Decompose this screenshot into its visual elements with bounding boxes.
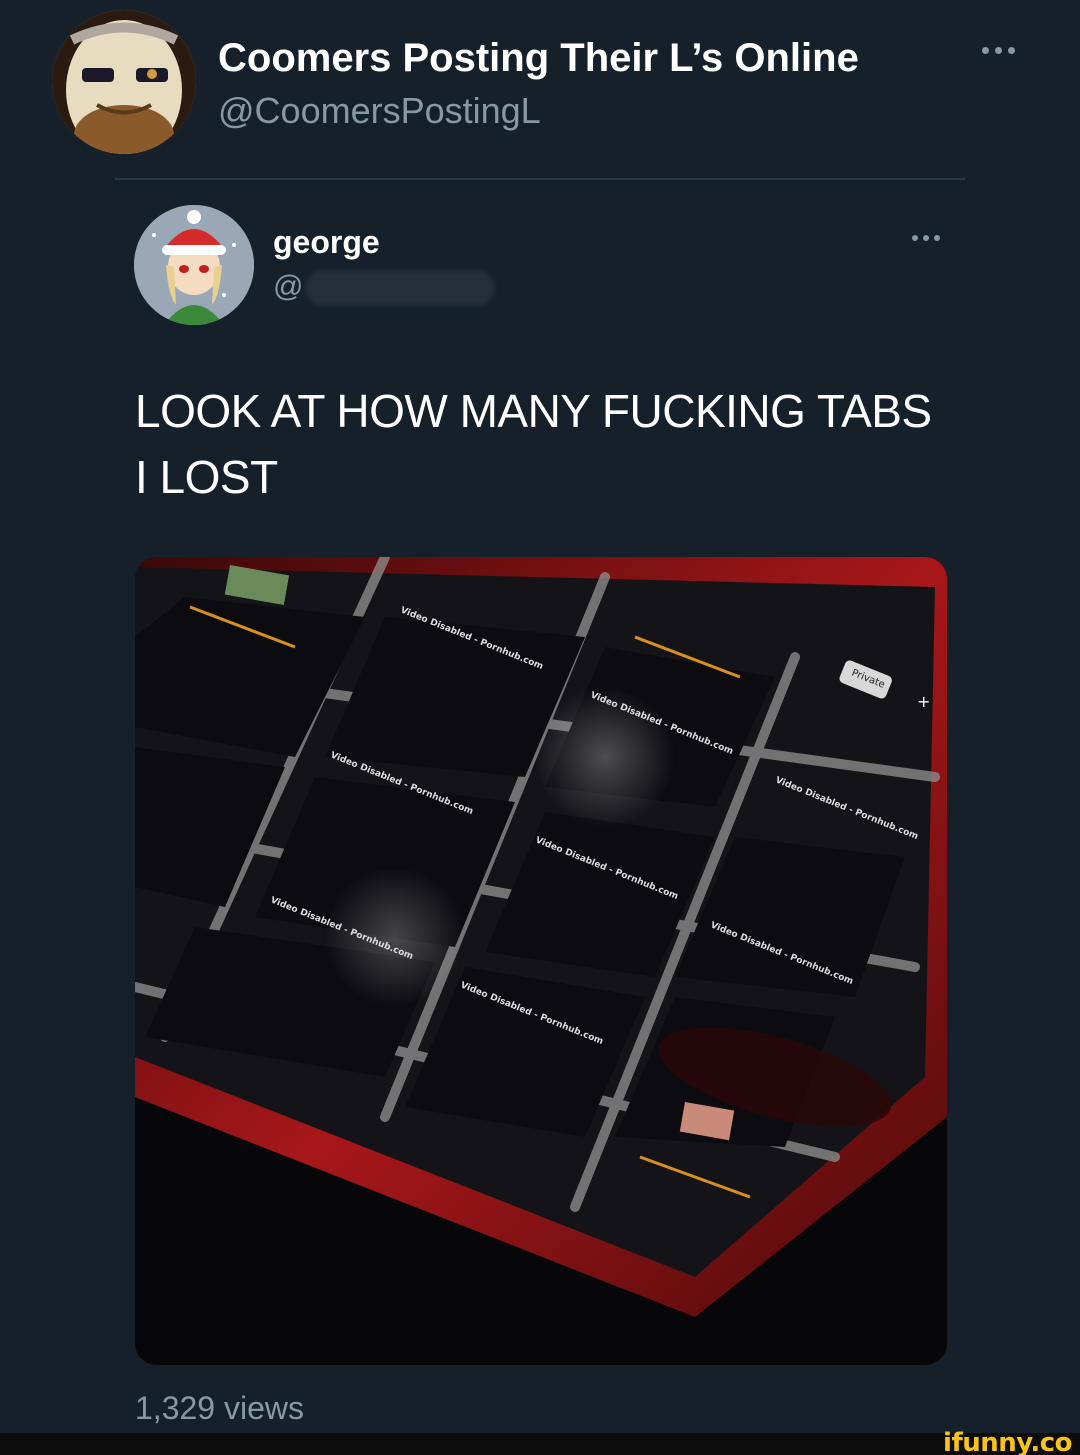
tweet-author-name[interactable]: george <box>273 224 380 261</box>
more-options-icon[interactable] <box>982 40 1028 60</box>
quoting-account-handle[interactable]: @CoomersPostingL <box>218 90 541 132</box>
quoting-account-header: Coomers Posting Their L’s Online @Coomer… <box>0 0 1080 180</box>
dot-icon <box>995 46 1002 54</box>
dot-icon <box>1008 46 1015 54</box>
quoting-account-avatar[interactable] <box>52 10 196 154</box>
ifunny-watermark: ifunny.co <box>943 1428 1072 1455</box>
tweet-more-options-icon[interactable] <box>912 232 948 244</box>
tweet-photo[interactable]: Video Disabled - Pornhub.com Video Disab… <box>135 557 947 1365</box>
tweet-text-line: I LOST <box>135 451 278 503</box>
view-count: 1,329 views <box>135 1390 304 1426</box>
tweet-text-line: LOOK AT HOW MANY FUCKING TABS <box>135 385 932 437</box>
dot-icon <box>982 46 989 54</box>
new-tab-icon: + <box>917 692 930 711</box>
quoting-account-name[interactable]: Coomers Posting Their L’s Online <box>218 36 859 81</box>
dot-icon <box>912 235 918 241</box>
redacted-handle <box>305 270 495 306</box>
tweet-text: LOOK AT HOW MANY FUCKING TABS I LOST <box>135 378 965 510</box>
dot-icon <box>923 235 929 241</box>
dot-icon <box>934 235 940 241</box>
tweet-author-handle[interactable]: @ <box>273 270 303 304</box>
tweet-author-avatar[interactable] <box>134 205 254 325</box>
watermark-bar <box>0 1433 1080 1455</box>
header-divider <box>115 178 965 180</box>
